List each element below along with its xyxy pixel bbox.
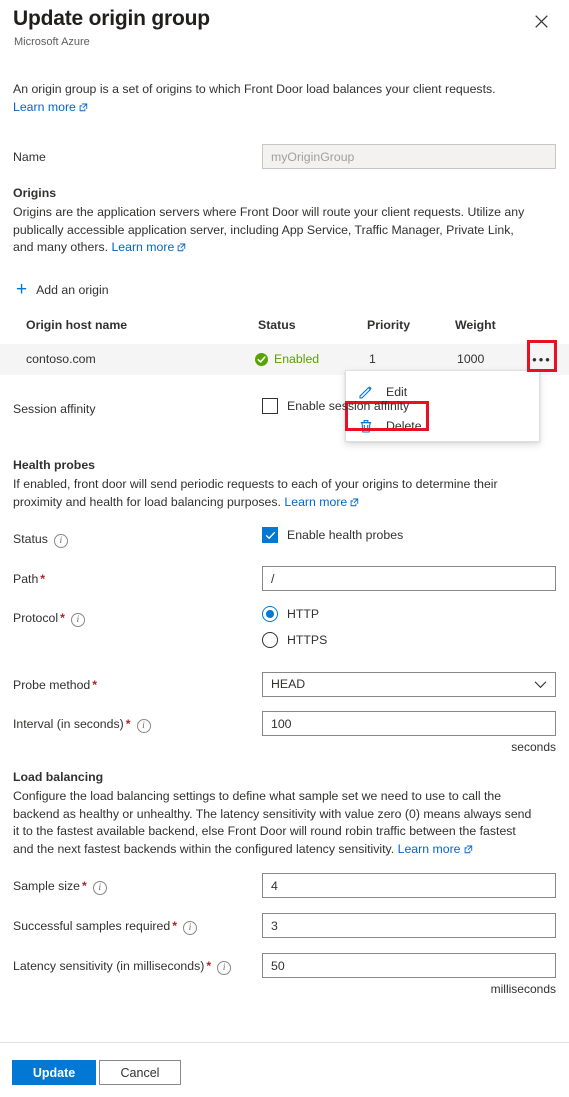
add-origin-label: Add an origin [36,283,109,297]
cell-status: Enabled [255,352,319,366]
origins-description-text: Origins are the application servers wher… [13,205,525,254]
path-input[interactable] [262,566,556,591]
page-title: Update origin group [13,7,210,30]
close-icon[interactable] [528,8,554,34]
load-balancing-learn-more-link[interactable]: Learn more [398,842,473,856]
checkbox-box [262,398,278,414]
sample-size-label: Sample size * i [13,879,107,895]
page-subtitle: Microsoft Azure [14,36,90,48]
update-button[interactable]: Update [12,1060,96,1085]
health-probes-description: If enabled, front door will send periodi… [13,476,537,511]
info-icon[interactable]: i [53,534,68,548]
external-link-icon [464,845,472,853]
context-menu-item-delete-label: Delete [386,419,422,433]
intro-text: An origin group is a set of origins to w… [13,82,496,96]
column-header-priority: Priority [367,318,411,332]
radio-button [262,606,278,622]
interval-label: Interval (in seconds) * i [13,717,151,733]
external-link-icon [177,243,186,252]
checkbox-box [262,527,278,543]
session-affinity-checkbox-label: Enable session affinity [287,399,410,413]
update-origin-group-panel: Update origin group Microsoft Azure An o… [0,0,569,1097]
info-icon[interactable]: i [183,921,197,935]
info-icon[interactable]: i [70,613,85,627]
column-header-host: Origin host name [26,318,128,332]
load-balancing-description: Configure the load balancing settings to… [13,788,537,858]
origins-table-header: Origin host name Status Priority Weight [0,318,569,344]
cell-weight: 1000 [457,352,485,366]
name-label: Name [13,150,46,164]
add-origin-button[interactable]: + Add an origin [16,279,109,300]
probe-method-select[interactable]: HEAD [262,672,556,697]
interval-input[interactable] [262,711,556,736]
column-header-weight: Weight [455,318,496,332]
intro-description: An origin group is a set of origins to w… [13,81,537,116]
required-marker: * [125,717,131,731]
external-link-icon [350,498,359,506]
required-marker: * [92,678,98,692]
info-icon[interactable]: i [217,961,232,975]
origins-heading: Origins [13,186,57,200]
required-marker: * [60,611,65,625]
required-marker: * [81,879,87,893]
intro-learn-more-link[interactable]: Learn more [13,100,88,114]
name-input[interactable] [262,144,556,169]
path-label: Path * [13,572,46,586]
context-menu-item-edit-label: Edit [386,385,408,399]
status-label: Status i [13,532,68,548]
trash-icon [360,420,372,433]
check-icon [265,531,275,539]
health-probes-description-text: If enabled, front door will send periodi… [13,477,498,509]
health-probes-learn-more-link[interactable]: Learn more [284,495,359,509]
latency-sensitivity-label: Latency sensitivity (in milliseconds) * i [13,959,232,975]
info-icon[interactable]: i [92,881,107,895]
cell-priority: 1 [369,352,376,366]
sample-size-input[interactable] [262,873,556,898]
origins-description: Origins are the application servers wher… [13,204,537,257]
required-marker: * [40,572,46,586]
cell-host[interactable]: contoso.com [26,352,96,366]
plus-icon: + [16,279,28,300]
session-affinity-checkbox[interactable]: Enable session affinity [262,398,409,414]
cell-status-text: Enabled [274,352,320,366]
latency-sensitivity-suffix: milliseconds [490,982,556,996]
cancel-button[interactable]: Cancel [99,1060,181,1085]
protocol-label: Protocol * i [13,611,85,627]
session-affinity-label: Session affinity [13,402,96,416]
protocol-radio-https[interactable]: HTTPS [262,632,327,648]
protocol-option-label: HTTP [287,607,320,621]
interval-suffix: seconds [511,740,556,754]
enable-health-probes-checkbox[interactable]: Enable health probes [262,527,403,543]
enable-health-probes-label: Enable health probes [287,528,404,542]
successful-samples-label: Successful samples required * i [13,919,197,935]
info-icon[interactable]: i [136,719,151,733]
radio-button [262,632,278,648]
probe-method-label: Probe method * [13,678,98,692]
chevron-down-icon [534,681,547,689]
check-circle-icon [255,352,268,366]
probe-method-value: HEAD [271,677,306,691]
successful-samples-input[interactable] [262,913,556,938]
health-probes-heading: Health probes [13,458,95,472]
origins-learn-more-link[interactable]: Learn more [111,240,186,254]
load-balancing-heading: Load balancing [13,770,104,784]
context-menu-item-delete[interactable]: Delete [346,411,539,441]
required-marker: * [206,959,212,973]
required-marker: * [172,919,177,933]
protocol-option-label: HTTPS [287,633,328,647]
protocol-radio-http[interactable]: HTTP [262,606,319,622]
latency-sensitivity-input[interactable] [262,953,556,978]
footer-divider [0,1042,569,1043]
column-header-status: Status [258,318,296,332]
external-link-icon [79,103,88,111]
